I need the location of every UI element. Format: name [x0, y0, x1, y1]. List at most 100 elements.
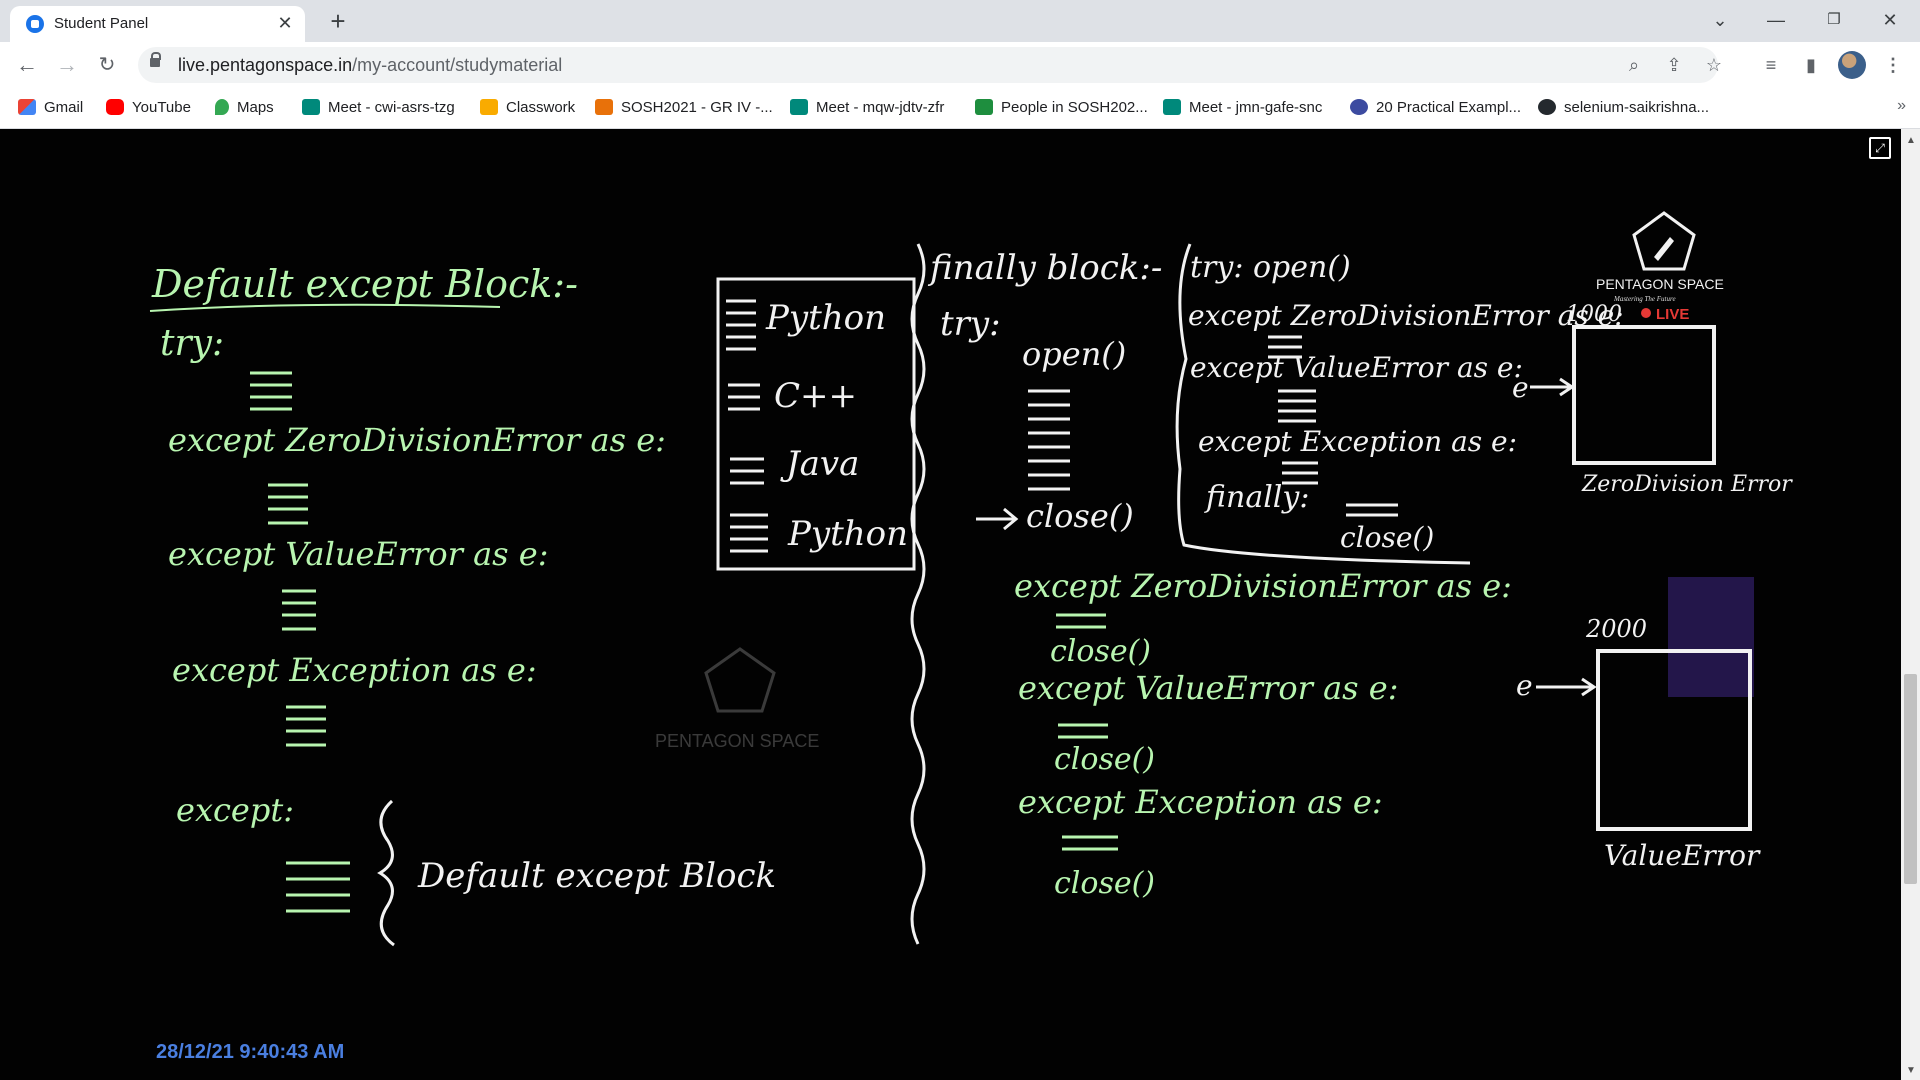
share-icon[interactable]: ⇪ — [1662, 53, 1686, 77]
address-bar[interactable]: live.pentagonspace.in/my-account/studyma… — [138, 47, 1722, 83]
tab-search-chevron-icon[interactable]: ⌄ — [1700, 6, 1740, 34]
fullscreen-icon[interactable]: ⤢ — [1869, 137, 1891, 159]
maps-icon — [215, 99, 229, 115]
nested-except-exception: except Exception as e: — [1198, 425, 1517, 458]
gmail-icon — [18, 99, 36, 115]
bookmark-maps[interactable]: Maps — [215, 97, 274, 119]
brand-name: PENTAGON SPACE — [1596, 276, 1724, 292]
live-dot-icon — [1641, 308, 1651, 318]
nested-finally: finally: — [1204, 480, 1309, 515]
bookmark-gmail[interactable]: Gmail — [18, 97, 83, 119]
side-panel-icon[interactable]: ▮ — [1798, 52, 1824, 78]
classroom-icon — [480, 99, 498, 115]
live-badge: LIVE — [1656, 306, 1689, 323]
shield-icon — [1350, 99, 1368, 115]
back-button[interactable]: ← — [12, 50, 42, 80]
right-close: close() — [1026, 497, 1134, 535]
right-except-value: except ValueError as e: — [1018, 669, 1398, 707]
close-after-value: close() — [1054, 742, 1155, 777]
video-player[interactable]: Default except Block:- try: except ZeroD… — [0, 129, 1901, 1080]
nested-except-value: except ValueError as e: — [1190, 351, 1523, 384]
left-code-lines-4 — [286, 705, 326, 747]
youtube-icon — [106, 99, 124, 115]
tab-title: Student Panel — [54, 15, 149, 32]
reload-button[interactable]: ↻ — [92, 50, 122, 80]
meet-icon — [302, 99, 320, 115]
right-code-lines — [1028, 389, 1070, 491]
left-except-zero: except ZeroDivisionError as e: — [168, 421, 666, 459]
bookmark-practical-examples[interactable]: 20 Practical Exampl... — [1350, 97, 1521, 119]
bookmark-selenium[interactable]: selenium-saikrishna... — [1538, 97, 1709, 119]
brand-tagline: Mastering The Future — [1613, 295, 1676, 303]
nested-except-zero: except ZeroDivisionError as e: — [1188, 299, 1624, 332]
left-code-lines-2 — [268, 483, 308, 525]
bookmark-meet-2[interactable]: Meet - mqw-jdtv-zfr — [790, 97, 944, 119]
right-except-zero: except ZeroDivisionError as e: — [1014, 567, 1512, 605]
blackboard: Default except Block:- try: except ZeroD… — [149, 211, 1793, 947]
nested-try: try: open() — [1190, 250, 1351, 285]
value-2000: 2000 — [1585, 615, 1647, 643]
profile-avatar[interactable] — [1838, 51, 1866, 79]
restore-button[interactable]: ❐ — [1814, 6, 1854, 34]
language-item: C++ — [774, 376, 857, 416]
media-playlist-icon[interactable]: ≡ — [1758, 52, 1784, 78]
close-tab-icon[interactable]: ✕ — [275, 13, 295, 33]
arrow-icon — [976, 507, 1019, 531]
left-code-lines-3 — [282, 589, 316, 631]
close-after-zero: close() — [1050, 634, 1151, 669]
arrow-e-top: e — [1512, 371, 1529, 404]
video-timestamp: 28/12/21 9:40:43 AM — [156, 1041, 345, 1063]
right-try: try: — [940, 304, 1001, 344]
memory-box-top — [1572, 325, 1716, 465]
close-after-exception: close() — [1054, 866, 1155, 901]
browser-toolbar: ← → ↻ live.pentagonspace.in/my-account/s… — [0, 42, 1920, 88]
more-bookmarks-icon[interactable]: » — [1897, 97, 1906, 115]
bookmark-star-icon[interactable]: ☆ — [1702, 53, 1726, 77]
finally-heading: finally block:- — [927, 248, 1162, 288]
left-except-default: except: — [176, 791, 294, 829]
bookmark-youtube[interactable]: YouTube — [106, 97, 191, 119]
github-icon — [1538, 99, 1556, 115]
bookmark-meet-1[interactable]: Meet - cwi-asrs-tzg — [302, 97, 455, 119]
lock-icon[interactable] — [150, 52, 161, 67]
nested-close: close() — [1340, 521, 1434, 554]
bookmark-meet-3[interactable]: Meet - jmn-gafe-snc — [1163, 97, 1322, 119]
scroll-up-icon[interactable]: ▲ — [1906, 135, 1916, 146]
default-except-heading: Default except Block:- — [151, 262, 578, 306]
left-code-lines-1 — [250, 371, 292, 411]
curly-brace-icon — [377, 799, 395, 947]
bookmark-classwork[interactable]: Classwork — [480, 97, 575, 119]
meet-icon — [1163, 99, 1181, 115]
page-scrollbar[interactable]: ▲ ▼ — [1901, 129, 1920, 1080]
url-text[interactable]: live.pentagonspace.in/my-account/studyma… — [178, 55, 562, 76]
close-window-button[interactable]: ✕ — [1870, 6, 1910, 34]
left-try: try: — [160, 323, 224, 364]
menu-kebab-icon[interactable]: ⋮ — [1880, 52, 1906, 78]
scroll-thumb[interactable] — [1904, 674, 1917, 884]
new-tab-button[interactable]: + — [324, 8, 352, 36]
left-except-value: except ValueError as e: — [168, 535, 548, 573]
value-error-label: ValueError — [1604, 839, 1761, 872]
site-favicon-icon — [26, 15, 44, 33]
tab-strip: Student Panel ✕ + ⌄ — ❐ ✕ — [0, 0, 1920, 42]
right-open: open() — [1022, 335, 1126, 373]
classroom-icon — [595, 99, 613, 115]
arrow-e-bottom: e — [1516, 669, 1533, 702]
right-except-exception: except Exception as e: — [1018, 783, 1383, 821]
zero-division-label: ZeroDivision Error — [1581, 472, 1793, 497]
classroom-icon — [975, 99, 993, 115]
pentagon-brand-logo: PENTAGON SPACE Mastering The Future — [1596, 211, 1724, 303]
bookmark-people[interactable]: People in SOSH202... — [975, 97, 1148, 119]
language-item: Python — [765, 298, 886, 338]
watermark-text: PENTAGON SPACE — [655, 731, 819, 751]
pentagon-watermark: PENTAGON SPACE — [655, 647, 819, 751]
zoom-icon[interactable]: ⌕ — [1622, 53, 1646, 77]
scroll-down-icon[interactable]: ▼ — [1906, 1065, 1916, 1076]
tab-student-panel[interactable]: Student Panel ✕ — [10, 6, 305, 42]
bookmark-sosh2021[interactable]: SOSH2021 - GR IV -... — [595, 97, 773, 119]
camera-overlay — [1668, 577, 1754, 697]
forward-button[interactable]: → — [52, 50, 82, 80]
meet-icon — [790, 99, 808, 115]
value-1000: 1000 — [1566, 302, 1622, 327]
minimize-button[interactable]: — — [1756, 6, 1796, 34]
